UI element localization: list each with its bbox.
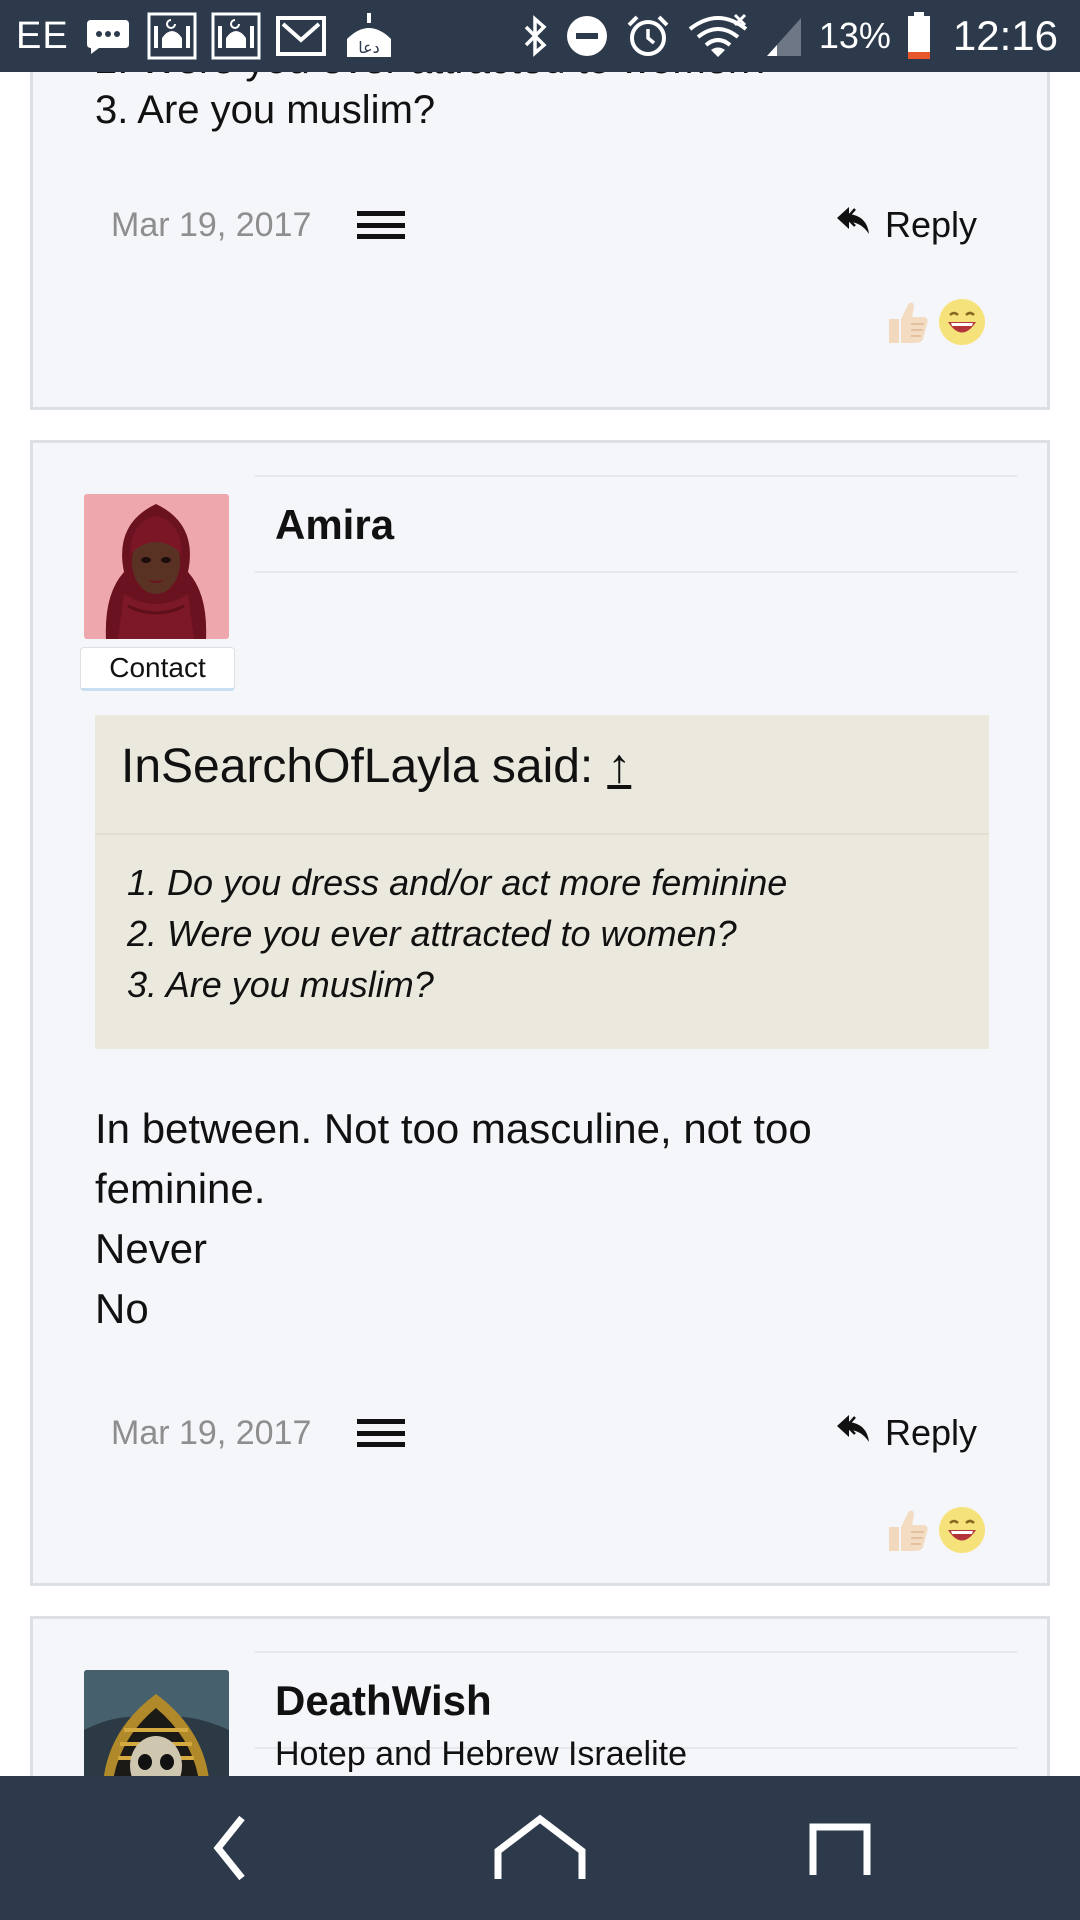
navigation-bar [0,1776,1080,1920]
post-meta: Mar 19, 2017 Reply [111,1403,977,1463]
post-card: Contact Amira InSearchOfLayla said: ↑ 1. … [30,440,1050,1586]
thumbs-up-icon[interactable] [881,297,931,347]
thread-content[interactable]: 2. Were you ever attracted to women? 3. … [0,72,1080,1776]
post-date[interactable]: Mar 19, 2017 [111,1414,311,1453]
reply-button[interactable]: Reply [835,204,977,246]
user-info: DeathWish Hotep and Hebrew Israelite [255,1651,1017,1773]
wifi-icon [687,13,749,59]
quote-line: 2. Were you ever attracted to women? [127,913,737,954]
carrier-label: EE [16,14,69,57]
signal-icon [765,14,803,58]
quote-text: 1. Do you dress and/or act more feminine… [127,857,787,1010]
alarm-icon [625,13,671,59]
thumbs-up-icon[interactable] [881,1505,931,1555]
home-button[interactable] [460,1776,620,1920]
reply-label: Reply [884,204,977,245]
quote-author[interactable]: InSearchOfLayla said: [121,740,593,793]
quote-jump-link[interactable]: ↑ [607,740,631,793]
avatar[interactable] [84,1670,229,1776]
quote-line: 3. Are you muslim? [127,964,434,1005]
do-not-disturb-icon [565,14,609,58]
contact-button[interactable]: Contact [80,647,235,691]
status-bar: EE دعا 13% 12:16 [0,0,1080,72]
mosque-icon [211,12,261,60]
home-icon [494,1814,586,1879]
post-body-line: 2. Were you ever attracted to women? [95,72,772,85]
battery-percent: 13% [818,15,891,56]
reply-icon [835,1412,873,1454]
reactions [881,297,987,347]
post-meta: Mar 19, 2017 Reply [111,195,977,255]
avatar[interactable] [84,494,229,639]
recents-button[interactable] [760,1776,920,1920]
quote-block: InSearchOfLayla said: ↑ 1. Do you dress a… [95,715,989,1049]
reply-label: Reply [884,1412,977,1453]
battery-level [907,52,930,59]
post-body-line: Never [95,1225,208,1272]
username[interactable]: Amira [275,501,394,549]
post-body-line: feminine. [95,1165,266,1212]
user-title: Hotep and Hebrew Israelite [275,1735,688,1773]
post-body: 2. Were you ever attracted to women? 3. … [95,72,772,135]
post-card: DeathWish Hotep and Hebrew Israelite [30,1616,1050,1776]
reply-button[interactable]: Reply [835,1412,977,1454]
mosque-icon [147,12,197,60]
post-body: In between. Not too masculine, not too f… [95,1099,995,1339]
laughing-face-icon[interactable] [937,297,987,347]
battery-icon [907,12,931,60]
post-body-line: In between. Not too masculine, not too [95,1105,812,1152]
post-body-line: 3. Are you muslim? [95,88,436,132]
quote-divider [95,833,989,835]
post-card: 2. Were you ever attracted to women? 3. … [30,72,1050,410]
mail-icon [275,14,327,58]
post-body-line: No [95,1285,149,1332]
recents-icon [809,1823,871,1875]
post-date[interactable]: Mar 19, 2017 [111,206,311,245]
laughing-face-icon[interactable] [937,1505,987,1555]
message-icon [83,16,133,56]
bluetooth-icon [523,15,549,57]
clock: 12:16 [952,12,1058,59]
quote-line: 1. Do you dress and/or act more feminine [127,862,788,903]
back-icon [213,1815,245,1881]
menu-icon[interactable] [357,211,406,239]
reactions [881,1505,987,1555]
back-button[interactable] [150,1776,310,1920]
reply-icon [835,204,873,246]
quote-header: InSearchOfLayla said: ↑ [121,739,631,794]
menu-icon[interactable] [357,1419,406,1447]
mosque-badge-text: دعا [358,38,380,57]
mosque-dua-icon: دعا [341,13,397,59]
user-info: Amira [255,475,1017,573]
username[interactable]: DeathWish [275,1677,492,1725]
